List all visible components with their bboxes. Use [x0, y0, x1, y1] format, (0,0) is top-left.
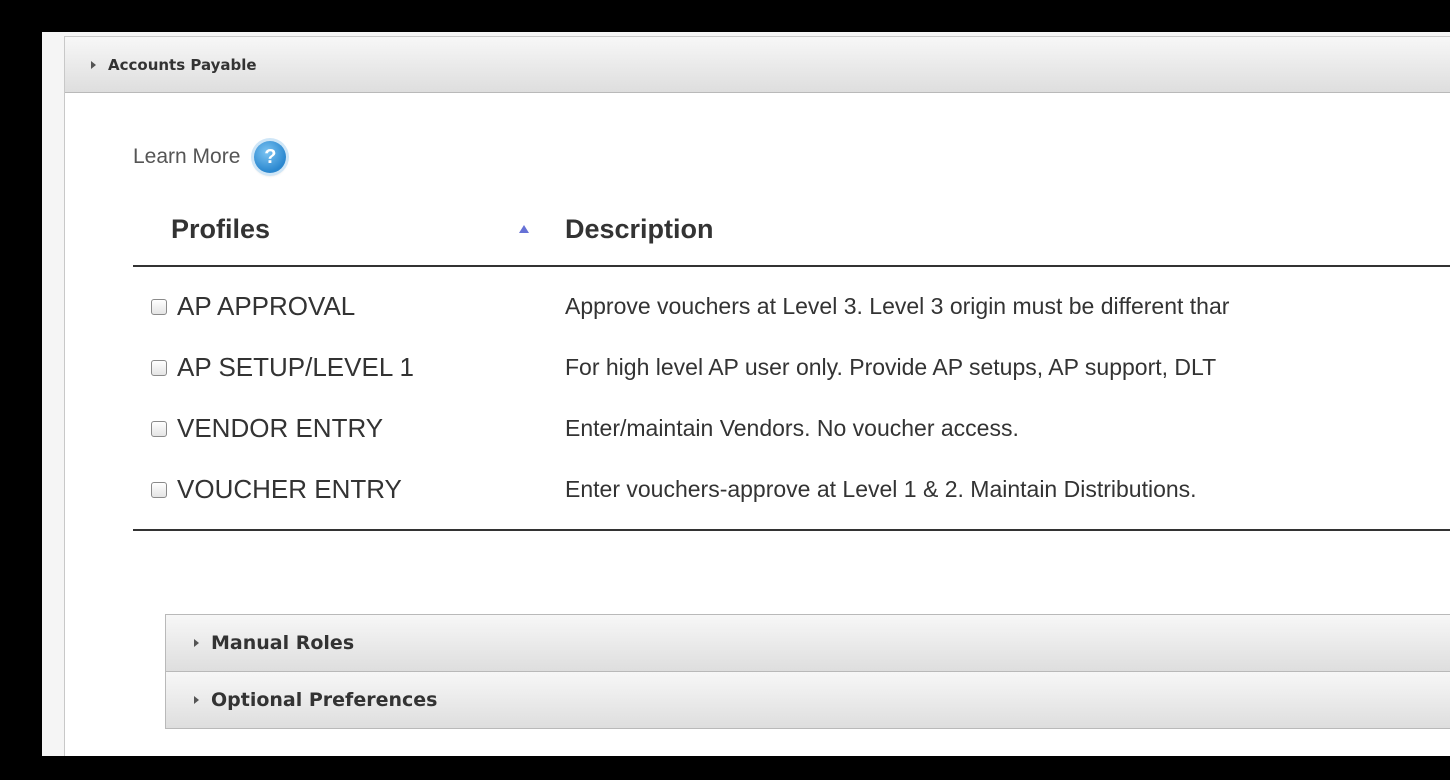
profiles-header-label: Profiles — [171, 213, 271, 244]
caret-right-icon — [91, 60, 96, 69]
profile-name[interactable]: AP SETUP/LEVEL 1 — [177, 352, 414, 383]
table-body: AP APPROVAL Approve vouchers at Level 3.… — [133, 276, 1450, 520]
optional-preferences-title: Optional Preferences — [211, 689, 438, 711]
table-bottom-rule — [133, 529, 1450, 531]
profile-checkbox[interactable] — [151, 420, 167, 437]
profile-cell: VENDOR ENTRY — [133, 413, 565, 444]
profile-checkbox[interactable] — [151, 481, 167, 498]
learn-more-link[interactable]: Learn More ? — [133, 141, 287, 173]
profiles-column-header[interactable]: Profiles — [133, 214, 565, 245]
profile-cell: AP SETUP/LEVEL 1 — [133, 352, 565, 383]
help-icon[interactable]: ? — [254, 141, 287, 173]
profile-cell: VOUCHER ENTRY — [133, 474, 565, 505]
table-header: Profiles Description — [133, 193, 1450, 267]
profile-cell: AP APPROVAL — [133, 291, 565, 322]
description-column-header: Description — [565, 213, 714, 244]
profile-description: Approve vouchers at Level 3. Level 3 ori… — [565, 293, 1230, 319]
subsections-panel: Manual Roles Optional Preferences — [165, 614, 1450, 729]
caret-right-icon — [194, 696, 199, 704]
profile-name[interactable]: VOUCHER ENTRY — [177, 474, 402, 505]
profile-checkbox[interactable] — [151, 359, 167, 376]
profile-name[interactable]: VENDOR ENTRY — [177, 413, 383, 444]
table-row: AP APPROVAL Approve vouchers at Level 3.… — [133, 276, 1450, 337]
accounts-payable-panel: Accounts Payable Learn More ? Profiles D… — [64, 36, 1450, 756]
table-row: VOUCHER ENTRY Enter vouchers-approve at … — [133, 459, 1450, 520]
profiles-table: Profiles Description AP APPROVAL Approve… — [133, 193, 1450, 531]
table-row: VENDOR ENTRY Enter/maintain Vendors. No … — [133, 398, 1450, 459]
accounts-payable-header[interactable]: Accounts Payable — [65, 37, 1450, 93]
sort-ascending-icon[interactable] — [519, 225, 529, 233]
manual-roles-title: Manual Roles — [211, 632, 355, 654]
table-row: AP SETUP/LEVEL 1 For high level AP user … — [133, 337, 1450, 398]
manual-roles-header[interactable]: Manual Roles — [166, 615, 1450, 671]
profile-name[interactable]: AP APPROVAL — [177, 291, 355, 322]
caret-right-icon — [194, 639, 199, 647]
profile-description: Enter vouchers-approve at Level 1 & 2. M… — [565, 476, 1197, 502]
learn-more-label: Learn More — [133, 145, 241, 168]
page-frame: Accounts Payable Learn More ? Profiles D… — [42, 32, 1450, 756]
profile-description: For high level AP user only. Provide AP … — [565, 354, 1217, 380]
section-title: Accounts Payable — [108, 55, 257, 74]
profile-checkbox[interactable] — [151, 298, 167, 315]
optional-preferences-header[interactable]: Optional Preferences — [166, 671, 1450, 728]
profile-description: Enter/maintain Vendors. No voucher acces… — [565, 415, 1019, 441]
